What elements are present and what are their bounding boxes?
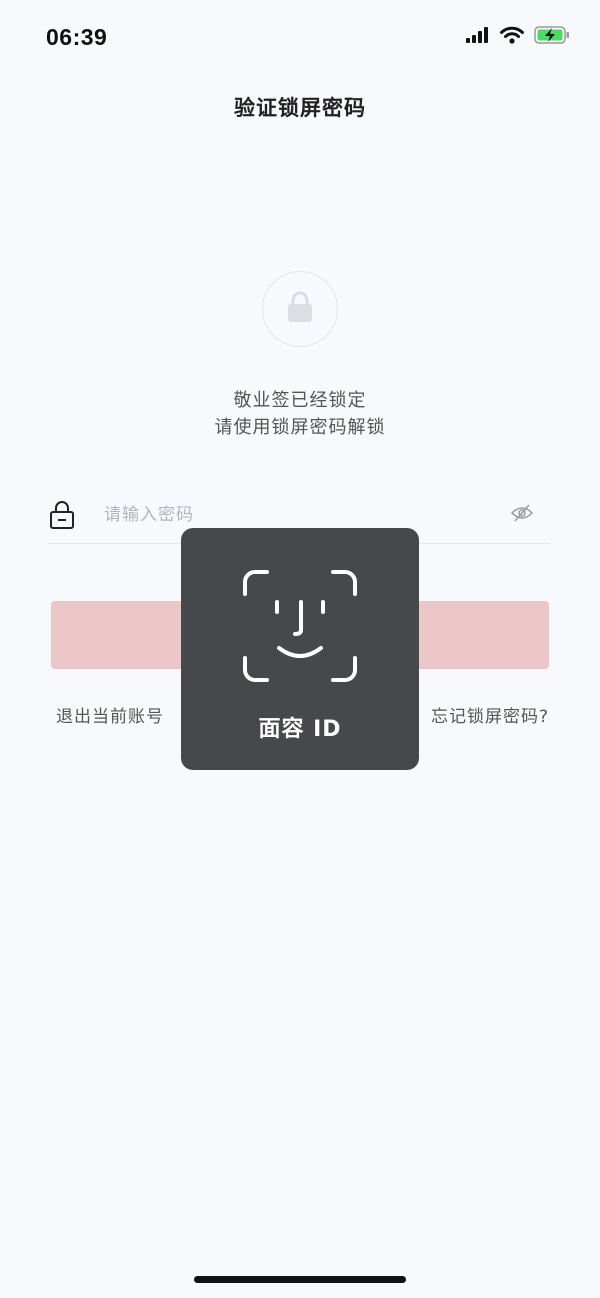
- face-id-icon: [241, 568, 359, 688]
- lock-icon: [48, 500, 76, 534]
- status-time: 06:39: [46, 24, 108, 50]
- cellular-signal-icon: [466, 27, 490, 47]
- wifi-icon: [500, 26, 524, 48]
- status-bar: 06:39: [0, 0, 600, 76]
- home-indicator[interactable]: [194, 1276, 406, 1283]
- faceid-overlay: 面容 ID: [181, 528, 419, 770]
- locked-message: 敬业签已经锁定: [233, 390, 367, 411]
- lock-status-badge: [262, 271, 338, 347]
- status-icons: [466, 26, 570, 48]
- lock-icon: [285, 290, 315, 328]
- unlock-instruction: 请使用锁屏密码解锁: [214, 417, 386, 438]
- logout-link[interactable]: 退出当前账号: [56, 702, 164, 727]
- page-title: 验证锁屏密码: [234, 96, 366, 120]
- battery-charging-icon: [534, 26, 570, 48]
- faceid-label: 面容 ID: [258, 717, 342, 742]
- eye-slash-icon[interactable]: [510, 502, 534, 528]
- forgot-password-link[interactable]: 忘记锁屏密码?: [431, 702, 549, 727]
- password-input[interactable]: [104, 500, 484, 530]
